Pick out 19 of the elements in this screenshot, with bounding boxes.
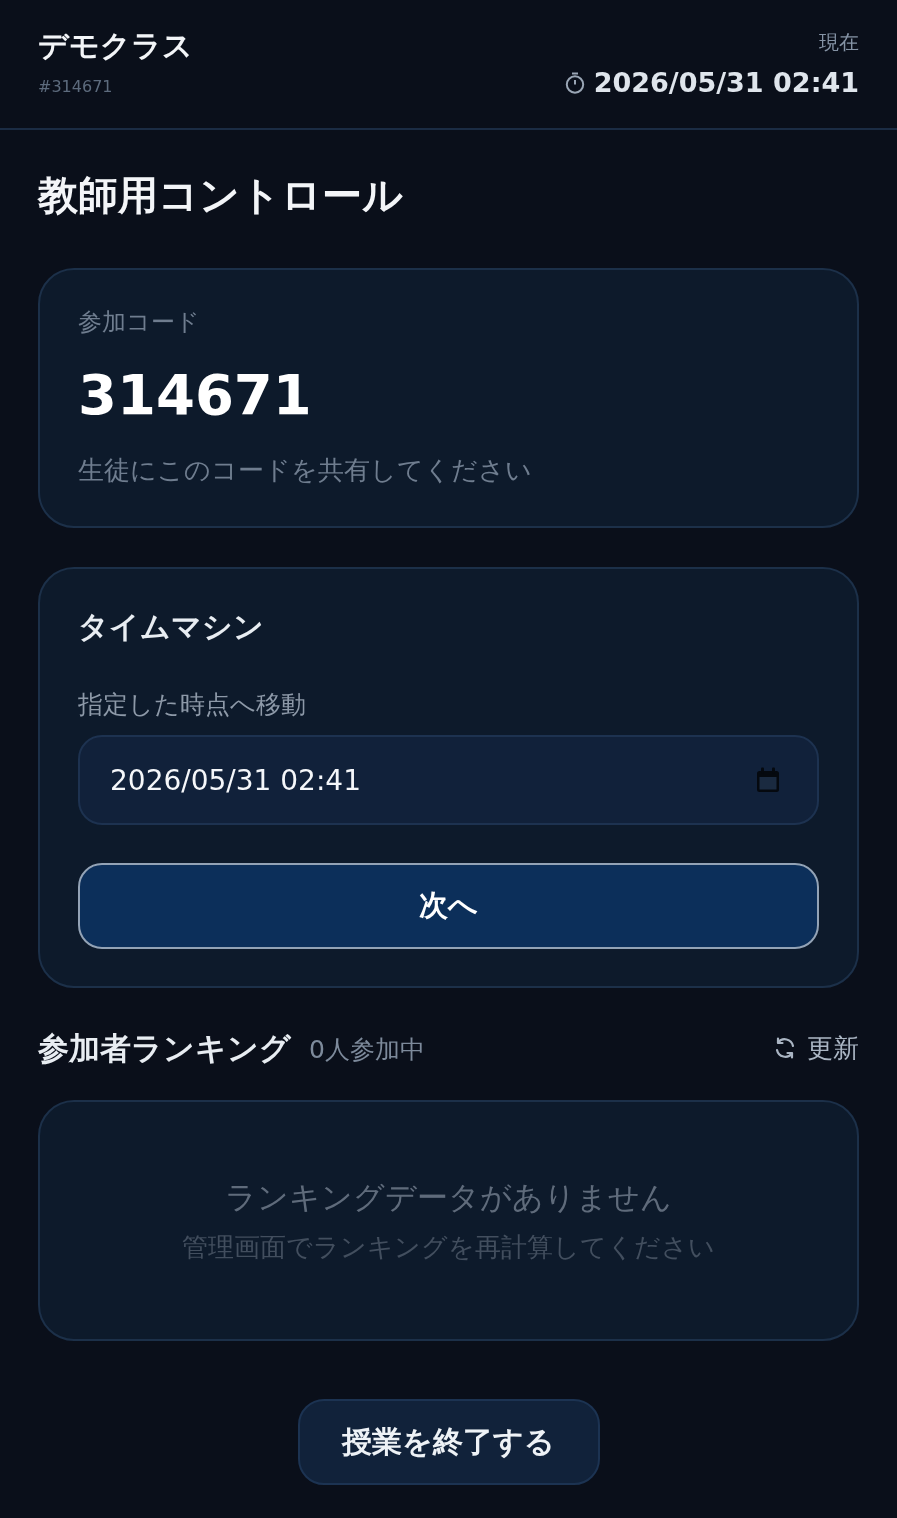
- class-name-title: デモクラス: [38, 28, 193, 64]
- join-code: 314671: [78, 361, 312, 429]
- end-class-button[interactable]: 授業を終了する: [297, 1399, 600, 1485]
- stopwatch-icon: [563, 72, 586, 94]
- class-id-text: #314671: [38, 76, 113, 98]
- refresh-button[interactable]: 更新: [773, 1030, 859, 1066]
- participant-count: 0人参加中: [309, 1034, 425, 1066]
- now-label: 現在: [819, 30, 859, 54]
- next-button[interactable]: 次へ: [78, 863, 819, 949]
- datetime-field[interactable]: 2026/05/31 02:41: [78, 735, 819, 825]
- page-title: 教師用コントロール: [38, 171, 403, 220]
- section-title: 参加者ランキング: [38, 1029, 291, 1068]
- current-time-text: 2026/05/31 02:41: [593, 66, 859, 100]
- code-hint: 生徒にこのコードを共有してください: [78, 454, 532, 487]
- refresh-icon[interactable]: [773, 1036, 797, 1060]
- code-label: 参加コード: [78, 307, 200, 337]
- empty-state-title: ランキングデータがありません: [225, 1177, 672, 1217]
- field-label: 指定した時点へ移動: [78, 689, 306, 721]
- card-title: タイムマシン: [78, 609, 264, 645]
